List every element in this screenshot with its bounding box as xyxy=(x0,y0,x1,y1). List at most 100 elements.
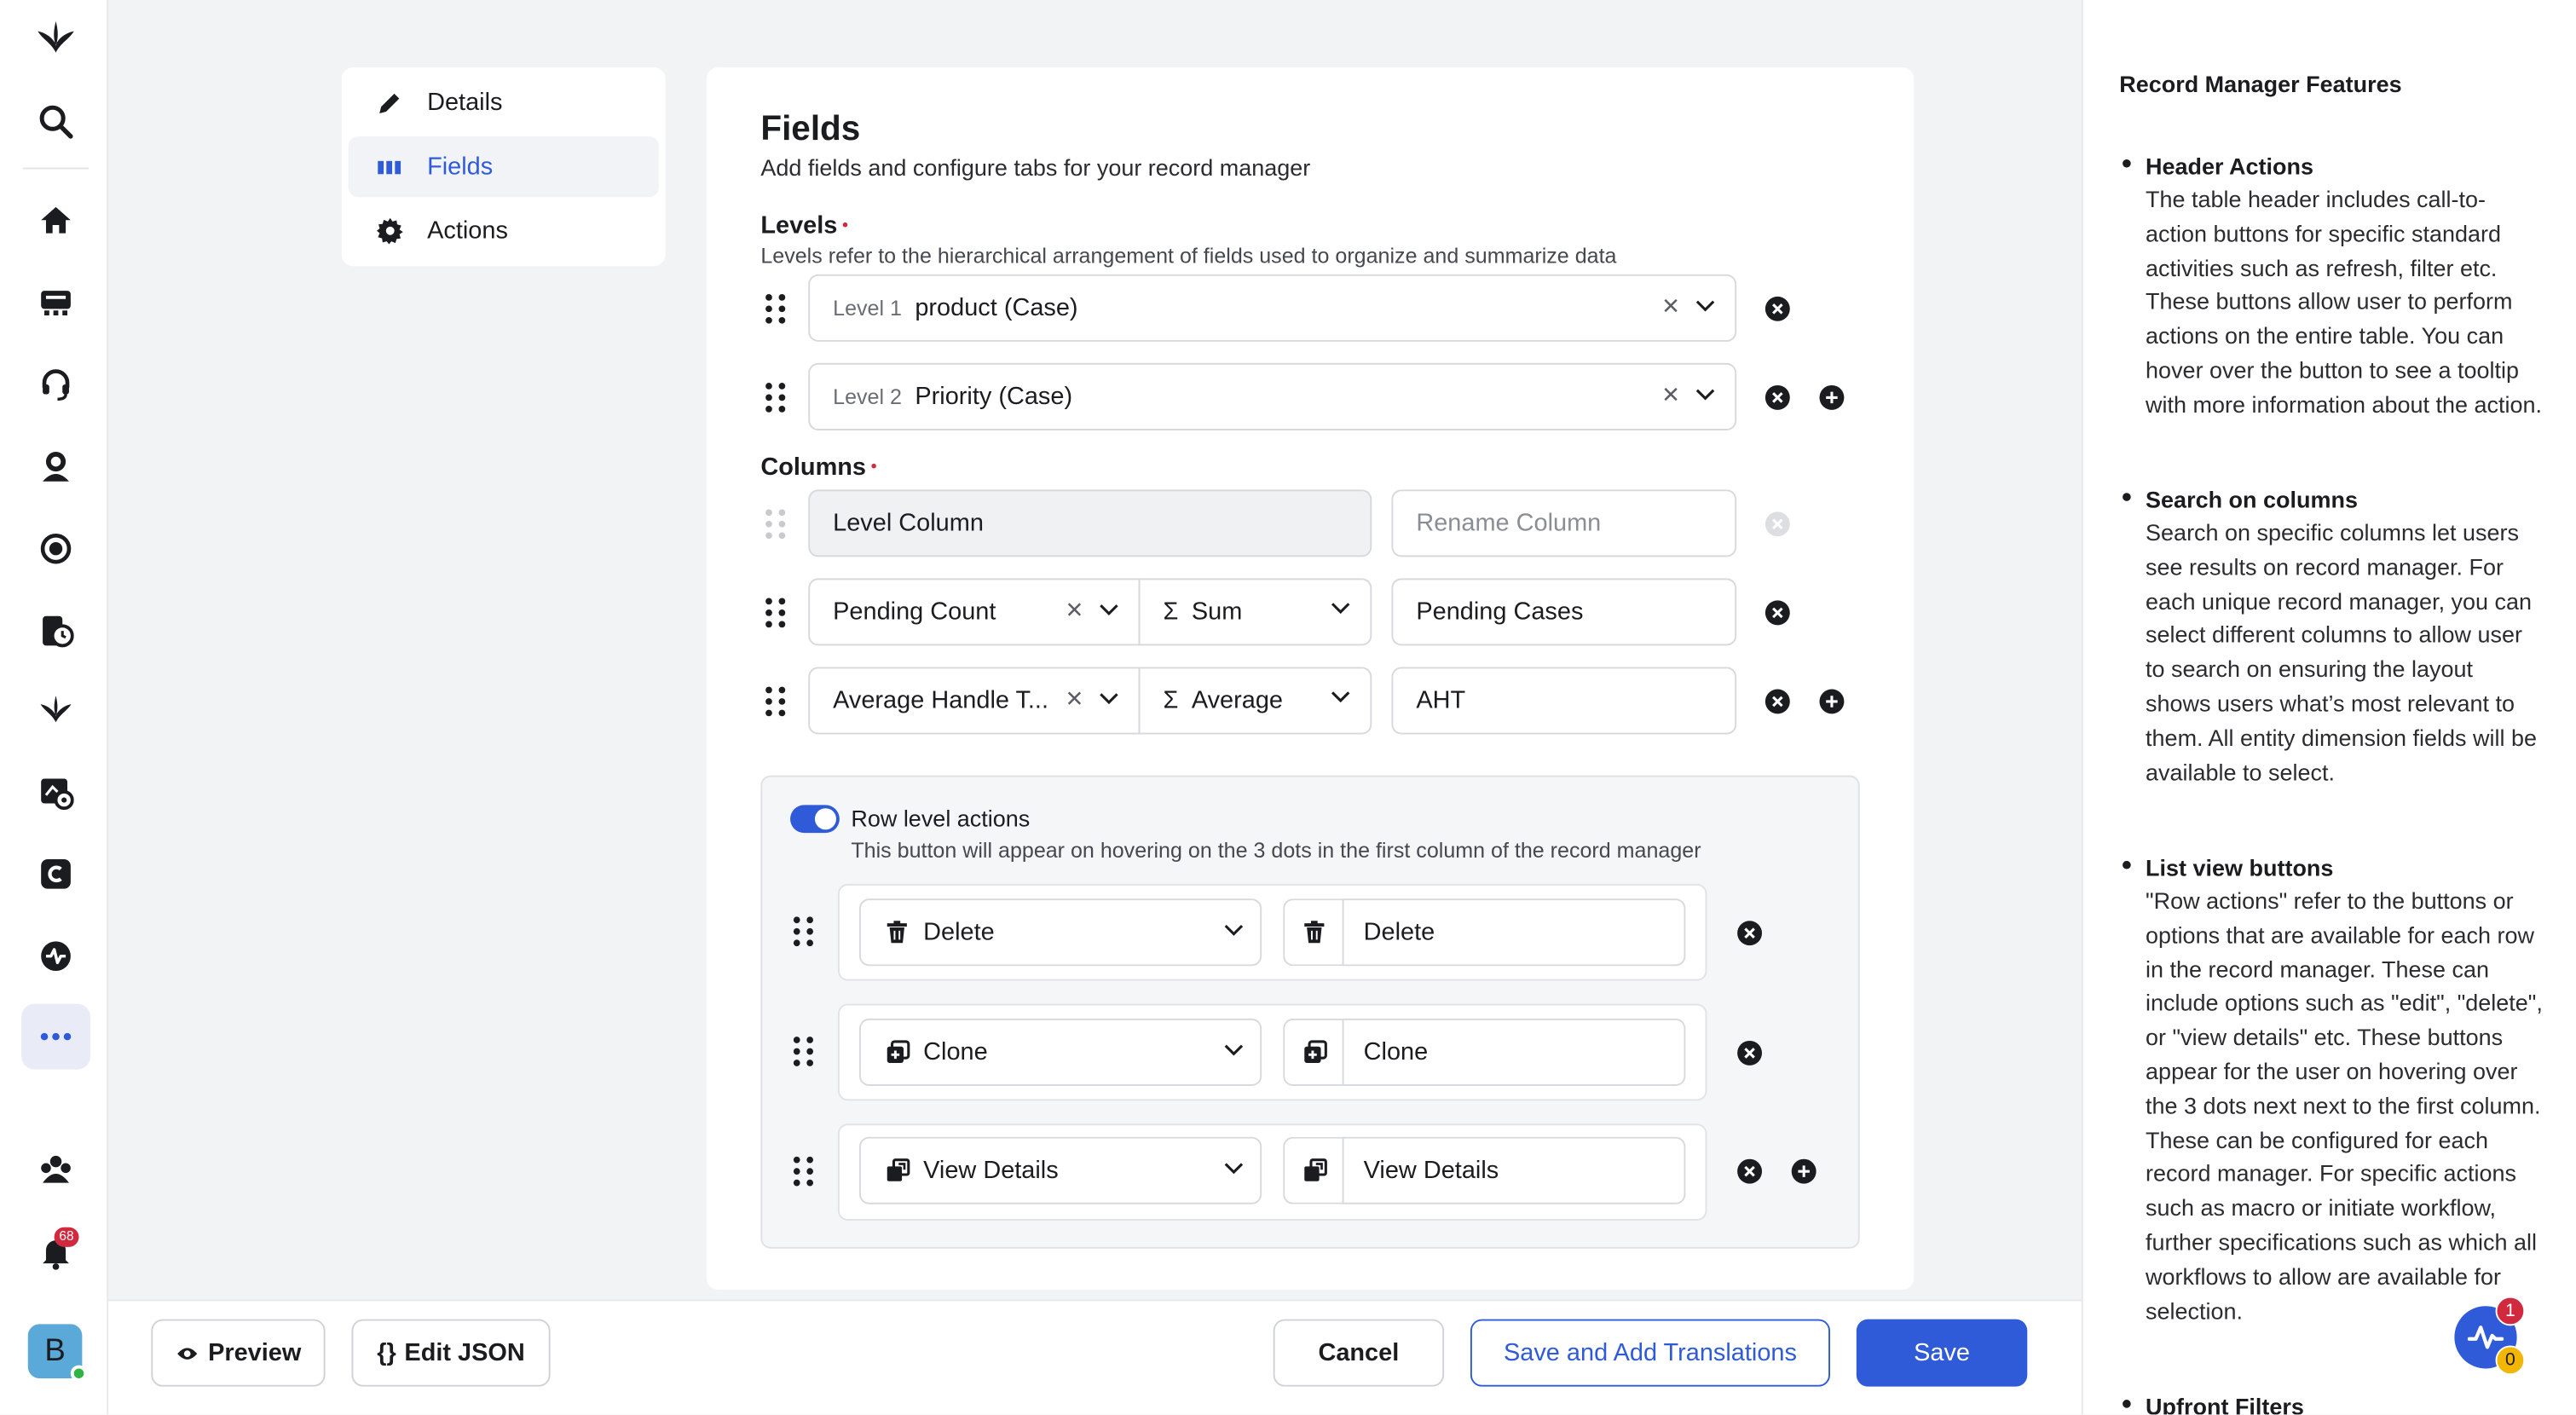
column-field-select[interactable]: Average Handle T... xyxy=(808,667,1141,735)
chevron-down-icon[interactable] xyxy=(1331,690,1350,703)
chevron-down-icon[interactable] xyxy=(1099,691,1118,705)
sigma-icon: Σ xyxy=(1163,598,1179,627)
aggregate-select[interactable]: Σ Sum xyxy=(1138,578,1372,646)
drag-handle-icon[interactable] xyxy=(792,1155,815,1188)
drag-handle-icon[interactable] xyxy=(764,597,787,630)
drag-handle-icon[interactable] xyxy=(792,1035,815,1068)
bullet xyxy=(2123,493,2131,501)
level-1-select[interactable]: Level 1 product (Case) xyxy=(808,274,1737,342)
clear-icon[interactable] xyxy=(1662,386,1678,402)
add-column-icon[interactable] xyxy=(1819,689,1845,715)
panel-title: Record Manager Features xyxy=(2119,70,2402,97)
left-rail: 68 B xyxy=(0,0,109,1415)
action-select[interactable]: View Details xyxy=(858,1136,1262,1204)
screen-settings-icon[interactable] xyxy=(34,771,77,813)
chevron-down-icon[interactable] xyxy=(1224,923,1244,936)
remove-action-icon[interactable] xyxy=(1736,1158,1763,1185)
clear-icon[interactable] xyxy=(1662,297,1678,314)
levels-description: Levels refer to the hierarchical arrange… xyxy=(760,243,1617,269)
features-panel: Record Manager Features Header Actions T… xyxy=(2081,0,2576,1415)
rename-column-input[interactable]: Rename Column xyxy=(1391,489,1737,557)
clear-icon[interactable] xyxy=(1066,690,1083,706)
record-icon[interactable] xyxy=(34,528,77,570)
aggregate-select[interactable]: Σ Average xyxy=(1138,667,1372,735)
preview-button[interactable]: Preview xyxy=(151,1319,326,1387)
chevron-down-icon[interactable] xyxy=(1695,388,1715,401)
rail-divider xyxy=(22,167,90,170)
search-icon[interactable] xyxy=(34,101,77,143)
cancel-button[interactable]: Cancel xyxy=(1273,1319,1445,1387)
save-button[interactable]: Save xyxy=(1856,1319,2028,1387)
agent-icon[interactable] xyxy=(34,445,77,488)
chevron-down-icon[interactable] xyxy=(1695,299,1715,312)
drag-handle-icon[interactable] xyxy=(764,381,787,414)
nav-item-label: Actions xyxy=(427,217,508,245)
rename-column-input[interactable]: AHT xyxy=(1391,667,1737,735)
clone-icon[interactable] xyxy=(1283,1018,1344,1086)
level-column-field: Level Column xyxy=(808,489,1372,557)
section-nav: Details Fields Actions xyxy=(341,67,666,267)
columns-title: Columns • xyxy=(760,453,877,482)
community-icon[interactable] xyxy=(34,1148,77,1191)
add-level-icon[interactable] xyxy=(1819,384,1845,411)
row-actions-description: This button will appear on hovering on t… xyxy=(851,837,1701,863)
remove-column-icon[interactable] xyxy=(1765,599,1791,626)
drag-handle-icon[interactable] xyxy=(764,292,787,326)
action-select[interactable]: Clone xyxy=(858,1018,1262,1086)
c-app-icon[interactable] xyxy=(34,852,77,895)
more-apps-icon[interactable] xyxy=(21,1003,91,1070)
inbox-icon[interactable] xyxy=(34,281,77,324)
row-actions-toggle[interactable] xyxy=(790,805,840,834)
online-status-dot xyxy=(70,1365,88,1382)
remove-column-icon xyxy=(1765,511,1790,537)
action-select[interactable]: Delete xyxy=(858,898,1262,967)
eye-icon xyxy=(176,1347,197,1359)
column-field-select[interactable]: Pending Count xyxy=(808,578,1141,646)
rename-column-input[interactable]: Pending Cases xyxy=(1391,578,1737,646)
nav-item-actions[interactable]: Actions xyxy=(349,200,659,261)
nav-item-details[interactable]: Details xyxy=(349,72,659,133)
level-2-select[interactable]: Level 2 Priority (Case) xyxy=(808,362,1737,430)
chevron-down-icon[interactable] xyxy=(1224,1043,1244,1056)
remove-level-icon[interactable] xyxy=(1765,384,1791,411)
action-label-input[interactable]: Clone xyxy=(1342,1018,1686,1086)
headset-icon[interactable] xyxy=(34,363,77,406)
add-action-icon[interactable] xyxy=(1791,1158,1817,1185)
save-and-add-translations-button[interactable]: Save and Add Translations xyxy=(1470,1319,1831,1387)
feature-item: Header Actions The table header includes… xyxy=(2123,149,2543,421)
remove-level-icon[interactable] xyxy=(1765,296,1791,322)
nav-item-fields[interactable]: Fields xyxy=(348,136,659,198)
view-details-icon[interactable] xyxy=(1283,1136,1344,1204)
columns-icon xyxy=(374,157,404,176)
edit-json-button[interactable]: {} Edit JSON xyxy=(351,1319,551,1387)
sigma-icon: Σ xyxy=(1163,686,1179,715)
remove-column-icon[interactable] xyxy=(1765,689,1791,715)
nav-item-label: Fields xyxy=(427,153,494,182)
page-title: Fields xyxy=(760,110,861,148)
trash-icon[interactable] xyxy=(1283,898,1344,967)
remove-action-icon[interactable] xyxy=(1736,920,1763,946)
braces-icon: {} xyxy=(377,1338,396,1367)
page-subtitle: Add fields and configure tabs for your r… xyxy=(760,154,1311,182)
clear-icon[interactable] xyxy=(1066,601,1083,617)
brand-logo-icon[interactable] xyxy=(34,16,77,59)
chevron-down-icon[interactable] xyxy=(1099,603,1118,616)
sprout-icon[interactable] xyxy=(34,689,77,731)
fab-warning-badge: 0 xyxy=(2495,1345,2526,1376)
bullet xyxy=(2123,1400,2131,1408)
calendar-clock-icon[interactable] xyxy=(34,609,77,652)
remove-action-icon[interactable] xyxy=(1736,1040,1763,1066)
activity-icon[interactable] xyxy=(34,935,77,978)
action-label-input[interactable]: Delete xyxy=(1342,898,1686,967)
level-2-value: Priority (Case) xyxy=(915,383,1073,411)
chevron-down-icon[interactable] xyxy=(1224,1162,1244,1175)
notification-count-badge: 68 xyxy=(54,1227,79,1247)
trash-icon xyxy=(884,920,910,944)
row-actions-title: Row level actions xyxy=(851,805,1031,832)
home-icon[interactable] xyxy=(34,199,77,241)
drag-handle-icon[interactable] xyxy=(792,915,815,949)
action-label-input[interactable]: View Details xyxy=(1342,1136,1686,1204)
chevron-down-icon[interactable] xyxy=(1331,601,1350,615)
feature-item: Search on columns Search on specific col… xyxy=(2123,483,2543,789)
drag-handle-icon[interactable] xyxy=(764,685,787,719)
